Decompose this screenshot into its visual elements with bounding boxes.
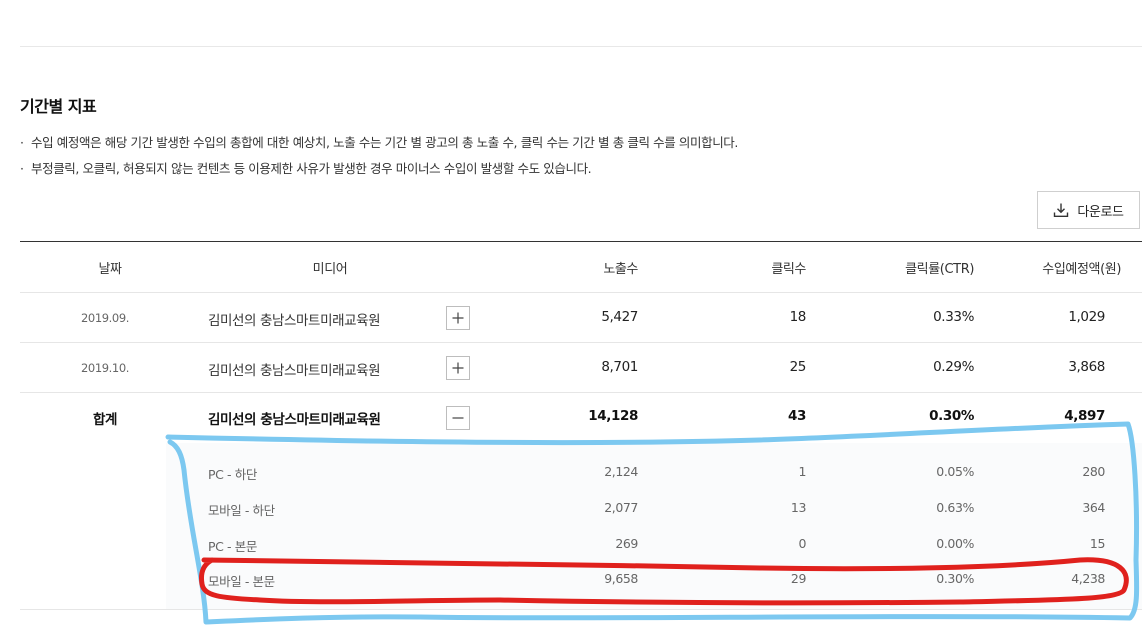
table-bottom-border xyxy=(20,609,1142,610)
note-item: · 수입 예정액은 해당 기간 발생한 수입의 총합에 대한 예상치, 노출 수… xyxy=(20,134,738,160)
header-ctr: 클릭률(CTR) xyxy=(905,262,974,277)
total-revenue: 4,897 xyxy=(1064,408,1105,424)
section-title: 기간별 지표 xyxy=(20,97,97,116)
note-text: 수입 예정액은 해당 기간 발생한 수입의 총합에 대한 예상치, 노출 수는 … xyxy=(31,135,738,150)
total-label: 합계 xyxy=(92,412,118,428)
detail-clicks: 1 xyxy=(798,464,806,479)
row-media: 김미선의 충남스마트미래교육원 xyxy=(208,313,381,329)
detail-ctr: 0.63% xyxy=(936,500,974,515)
note-item: · 부정클릭, 오클릭, 허용되지 않는 컨텐츠 등 이용제한 사유가 발생한 … xyxy=(20,160,738,186)
row-impressions: 5,427 xyxy=(601,309,638,325)
detail-impressions: 2,077 xyxy=(604,500,638,515)
header-date: 날짜 xyxy=(98,262,122,277)
detail-name: 모바일 - 하단 xyxy=(208,503,275,518)
row-impressions: 8,701 xyxy=(601,359,638,375)
header-impressions: 노출수 xyxy=(603,262,638,277)
row-clicks: 25 xyxy=(789,359,807,375)
detail-revenue: 280 xyxy=(1082,464,1105,479)
notes-list: · 수입 예정액은 해당 기간 발생한 수입의 총합에 대한 예상치, 노출 수… xyxy=(20,134,738,186)
download-button[interactable]: 다운로드 xyxy=(1037,191,1140,229)
detail-ctr: 0.00% xyxy=(936,536,974,551)
row-revenue: 1,029 xyxy=(1068,309,1105,325)
row-ctr: 0.33% xyxy=(933,309,974,325)
collapse-button[interactable] xyxy=(446,406,470,430)
detail-clicks: 13 xyxy=(790,500,807,515)
plus-icon xyxy=(452,362,464,374)
table-top-border xyxy=(20,241,1142,242)
row-divider xyxy=(20,342,1142,343)
expand-button[interactable] xyxy=(446,306,470,330)
detail-revenue: 364 xyxy=(1082,500,1105,515)
row-date: 2019.09. xyxy=(80,311,129,325)
header-media: 미디어 xyxy=(312,262,348,277)
total-impressions: 14,128 xyxy=(588,408,638,424)
plus-icon xyxy=(452,312,464,324)
row-divider xyxy=(20,392,1142,393)
minus-icon xyxy=(452,417,464,419)
expand-button[interactable] xyxy=(446,356,470,380)
detail-ctr: 0.05% xyxy=(936,464,974,479)
detail-impressions: 269 xyxy=(615,536,638,551)
row-date: 2019.10. xyxy=(80,361,129,375)
detail-clicks: 0 xyxy=(798,536,806,551)
detail-revenue: 15 xyxy=(1089,536,1106,551)
note-bullet: · xyxy=(20,161,24,176)
detail-impressions: 9,658 xyxy=(604,571,638,586)
row-revenue: 3,868 xyxy=(1068,359,1105,375)
detail-ctr: 0.30% xyxy=(936,571,974,586)
note-text: 부정클릭, 오클릭, 허용되지 않는 컨텐츠 등 이용제한 사유가 발생한 경우… xyxy=(31,161,592,176)
note-bullet: · xyxy=(20,135,24,150)
detail-impressions: 2,124 xyxy=(604,464,638,479)
total-media: 김미선의 충남스마트미래교육원 xyxy=(208,412,381,428)
header-revenue: 수입예정액(원) xyxy=(1042,262,1121,277)
detail-name: 모바일 - 본문 xyxy=(208,574,275,589)
download-icon xyxy=(1053,202,1069,218)
header-clicks: 클릭수 xyxy=(771,262,806,277)
row-media: 김미선의 충남스마트미래교육원 xyxy=(208,363,381,379)
download-label: 다운로드 xyxy=(1077,203,1124,219)
detail-clicks: 29 xyxy=(790,571,807,586)
detail-name: PC - 본문 xyxy=(208,539,257,554)
row-ctr: 0.29% xyxy=(933,359,974,375)
row-clicks: 18 xyxy=(789,309,807,325)
row-divider xyxy=(20,292,1142,293)
top-divider xyxy=(20,46,1142,47)
detail-revenue: 4,238 xyxy=(1071,571,1105,586)
total-clicks: 43 xyxy=(788,408,806,424)
detail-name: PC - 하단 xyxy=(208,467,257,482)
total-ctr: 0.30% xyxy=(929,408,974,424)
